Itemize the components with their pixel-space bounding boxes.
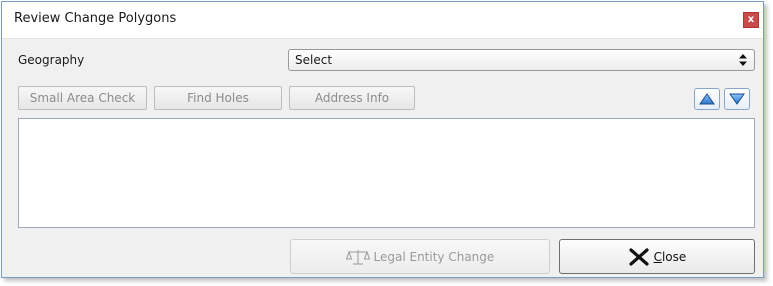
review-change-polygons-dialog: Review Change Polygons x Geography Selec… bbox=[1, 1, 764, 278]
geography-label: Geography bbox=[18, 53, 85, 67]
title-bar: Review Change Polygons x bbox=[2, 2, 763, 39]
geography-select-value: Select bbox=[295, 53, 333, 67]
legal-entity-change-button[interactable]: Legal Entity Change bbox=[290, 239, 550, 274]
triangle-down-icon bbox=[729, 93, 745, 105]
x-mark-icon bbox=[629, 248, 649, 266]
triangle-up-icon bbox=[699, 93, 715, 105]
close-button[interactable]: Close bbox=[559, 239, 755, 274]
close-button-label: Close bbox=[653, 250, 687, 264]
find-holes-button[interactable]: Find Holes bbox=[154, 86, 282, 110]
move-up-button[interactable] bbox=[694, 88, 720, 110]
legal-entity-change-label: Legal Entity Change bbox=[373, 250, 495, 264]
scales-icon bbox=[345, 250, 370, 265]
geography-select[interactable]: Select bbox=[288, 49, 755, 71]
select-arrows-icon bbox=[739, 54, 747, 66]
small-area-check-button[interactable]: Small Area Check bbox=[18, 86, 147, 110]
title-close-button[interactable]: x bbox=[743, 12, 759, 28]
results-text-area[interactable] bbox=[18, 118, 755, 228]
address-info-button[interactable]: Address Info bbox=[289, 86, 415, 110]
window-title: Review Change Polygons bbox=[14, 11, 177, 26]
move-down-button[interactable] bbox=[724, 88, 750, 110]
